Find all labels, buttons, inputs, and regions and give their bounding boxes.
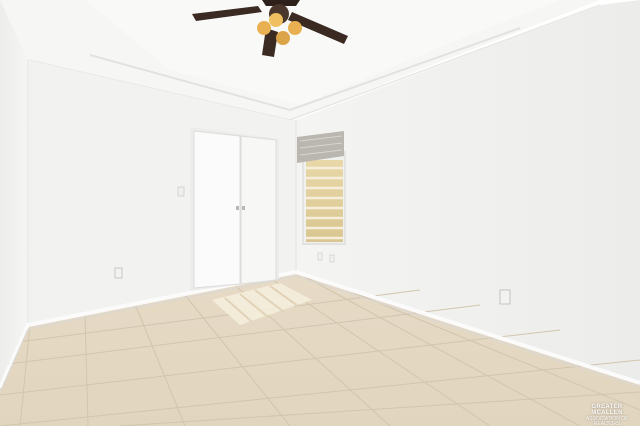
zebra-blind[interactable] bbox=[306, 160, 343, 242]
wall-outlet-right bbox=[500, 290, 510, 304]
fan-light bbox=[257, 21, 271, 35]
door-handle[interactable] bbox=[236, 206, 239, 210]
light-switch[interactable] bbox=[178, 187, 184, 196]
room-photo bbox=[0, 0, 640, 426]
wall-outlet-left bbox=[115, 268, 122, 278]
realtor-watermark: GREATER MCALLEN ASSOCIATION OF REALTORS bbox=[580, 404, 634, 420]
wall-outlet-back bbox=[318, 253, 322, 260]
closet-door-left[interactable] bbox=[194, 131, 240, 288]
closet-door-right[interactable] bbox=[241, 136, 276, 284]
watermark-line1: GREATER MCALLEN bbox=[580, 404, 634, 416]
